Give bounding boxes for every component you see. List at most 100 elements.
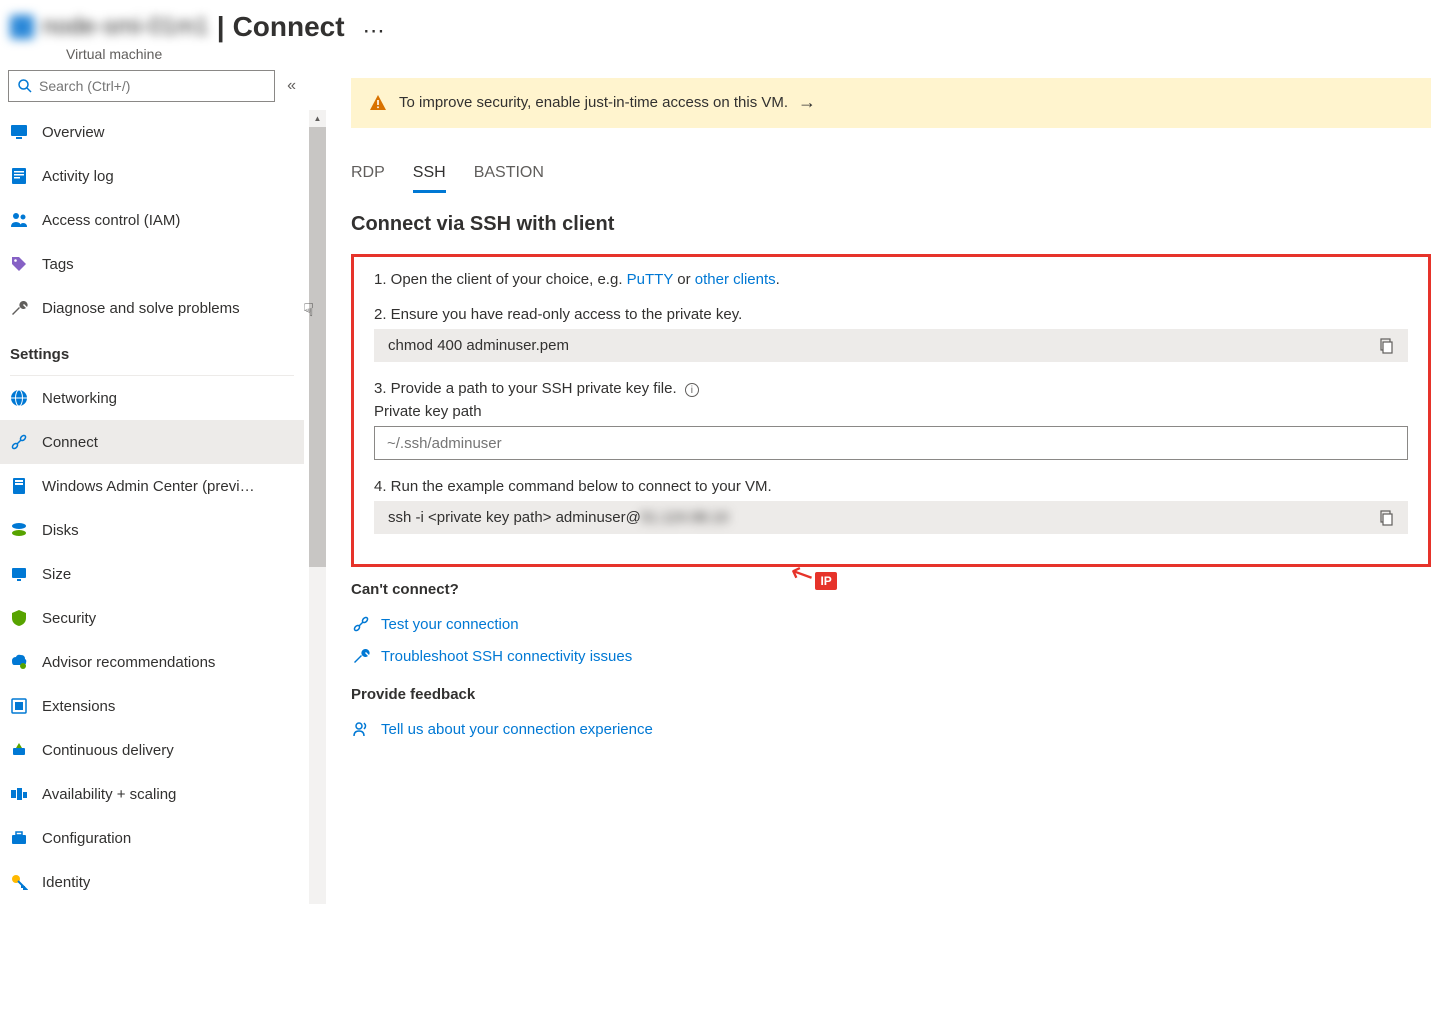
nav-label: Overview: [42, 124, 105, 141]
connect-icon: [10, 433, 28, 451]
page-title: Connect: [233, 11, 345, 43]
nav-configuration[interactable]: Configuration: [0, 816, 304, 860]
nav-label: Access control (IAM): [42, 212, 180, 229]
step3-text: 3. Provide a path to your SSH private ke…: [374, 380, 677, 397]
nav-label: Security: [42, 610, 96, 627]
callout-box: 1. Open the client of your choice, e.g. …: [351, 254, 1431, 567]
ssh-command: ssh -i <private key path> adminuser@51.1…: [374, 501, 1408, 534]
tab-rdp[interactable]: RDP: [351, 156, 385, 193]
extensions-icon: [10, 697, 28, 715]
putty-link[interactable]: PuTTY: [627, 271, 673, 288]
arrow-right-icon: →: [798, 92, 816, 113]
nav-label: Tags: [42, 256, 74, 273]
nav-label: Availability + scaling: [42, 786, 176, 803]
feedback-heading: Provide feedback: [351, 686, 1431, 703]
cursor-icon: ☟: [303, 300, 314, 321]
nav-security[interactable]: Security: [0, 596, 304, 640]
nav-tags[interactable]: Tags: [0, 242, 304, 286]
nav-overview[interactable]: Overview: [0, 110, 304, 154]
connect-icon: [351, 614, 371, 634]
nav-label: Activity log: [42, 168, 114, 185]
other-clients-link[interactable]: other clients: [695, 271, 776, 288]
nav-label: Networking: [42, 390, 117, 407]
nav-label: Disks: [42, 522, 79, 539]
nav-iam[interactable]: Access control (IAM): [0, 198, 304, 242]
private-key-label: Private key path: [374, 403, 1408, 420]
wrench-icon: [351, 646, 371, 666]
nav-networking[interactable]: Networking: [0, 376, 304, 420]
section-heading: Connect via SSH with client: [351, 213, 1431, 236]
nav-disks[interactable]: Disks: [0, 508, 304, 552]
copy-icon[interactable]: [1378, 510, 1394, 526]
step1-mid: or: [673, 271, 695, 288]
nav-label: Advisor recommendations: [42, 654, 215, 671]
step1-suffix: .: [776, 271, 780, 288]
nav-label: Connect: [42, 434, 98, 451]
collapse-sidebar-button[interactable]: «: [287, 77, 296, 95]
banner-text: To improve security, enable just-in-time…: [399, 94, 788, 111]
link-text[interactable]: Troubleshoot SSH connectivity issues: [381, 648, 632, 665]
monitor-icon: [10, 123, 28, 141]
log-icon: [10, 167, 28, 185]
chmod-command: chmod 400 adminuser.pem: [374, 329, 1408, 362]
troubleshoot-link[interactable]: Troubleshoot SSH connectivity issues: [351, 640, 1431, 672]
advisor-icon: [10, 653, 28, 671]
arrow-annotation-icon: ↖: [784, 554, 819, 594]
code-prefix: ssh -i <private key path> adminuser@: [388, 509, 641, 526]
wrench-icon: [10, 299, 28, 317]
step1-text: 1. Open the client of your choice, e.g.: [374, 271, 627, 288]
search-field[interactable]: [39, 78, 266, 94]
info-icon[interactable]: i: [685, 383, 699, 397]
nav-extensions[interactable]: Extensions: [0, 684, 304, 728]
tag-icon: [10, 255, 28, 273]
step-1: 1. Open the client of your choice, e.g. …: [374, 271, 1408, 288]
nav-label: Extensions: [42, 698, 115, 715]
test-connection-link[interactable]: Test your connection: [351, 608, 1431, 640]
security-banner[interactable]: To improve security, enable just-in-time…: [351, 78, 1431, 128]
nav-label: Identity: [42, 874, 90, 891]
nav-label: Continuous delivery: [42, 742, 174, 759]
people-icon: [10, 211, 28, 229]
step2-text: 2. Ensure you have read-only access to t…: [374, 306, 1408, 323]
copy-icon[interactable]: [1378, 338, 1394, 354]
key-icon: [10, 873, 28, 891]
search-input[interactable]: [8, 70, 275, 102]
private-key-input[interactable]: [374, 426, 1408, 460]
globe-icon: [10, 389, 28, 407]
step4-text: 4. Run the example command below to conn…: [374, 478, 1408, 495]
step-3: 3. Provide a path to your SSH private ke…: [374, 380, 1408, 460]
more-button[interactable]: ⋯: [363, 10, 385, 44]
nav-wac[interactable]: Windows Admin Center (previ…: [0, 464, 304, 508]
tab-bastion[interactable]: BASTION: [474, 156, 544, 193]
nav-section-settings: Settings: [0, 330, 304, 371]
code-text: chmod 400 adminuser.pem: [388, 337, 569, 354]
nav-connect[interactable]: Connect: [0, 420, 304, 464]
nav-diagnose[interactable]: Diagnose and solve problems: [0, 286, 304, 330]
ip-annotation: ↖ IP: [790, 557, 837, 590]
nav-identity[interactable]: Identity: [0, 860, 304, 904]
server-icon: [10, 477, 28, 495]
step-4: 4. Run the example command below to conn…: [374, 478, 1408, 534]
disks-icon: [10, 521, 28, 539]
nav-label: Size: [42, 566, 71, 583]
nav-label: Configuration: [42, 830, 131, 847]
resource-name: node-smi-01m1: [42, 13, 209, 41]
link-text[interactable]: Tell us about your connection experience: [381, 721, 653, 738]
sidebar: « ▲ Overview Activity log Access control…: [0, 62, 305, 912]
cant-connect-heading: Can't connect?: [351, 581, 1431, 598]
feedback-link[interactable]: Tell us about your connection experience: [351, 713, 1431, 745]
shield-icon: [10, 609, 28, 627]
step-2: 2. Ensure you have read-only access to t…: [374, 306, 1408, 362]
nav-activity-log[interactable]: Activity log: [0, 154, 304, 198]
nav-availability[interactable]: Availability + scaling: [0, 772, 304, 816]
nav-cd[interactable]: Continuous delivery: [0, 728, 304, 772]
nav-label: Diagnose and solve problems: [42, 300, 240, 317]
person-voice-icon: [351, 719, 371, 739]
tab-ssh[interactable]: SSH: [413, 156, 446, 193]
nav-size[interactable]: Size: [0, 552, 304, 596]
resource-breadcrumb: node-smi-01m1: [10, 13, 209, 41]
toolbox-icon: [10, 829, 28, 847]
nav-advisor[interactable]: Advisor recommendations: [0, 640, 304, 684]
link-text[interactable]: Test your connection: [381, 616, 519, 633]
search-icon: [17, 78, 33, 94]
